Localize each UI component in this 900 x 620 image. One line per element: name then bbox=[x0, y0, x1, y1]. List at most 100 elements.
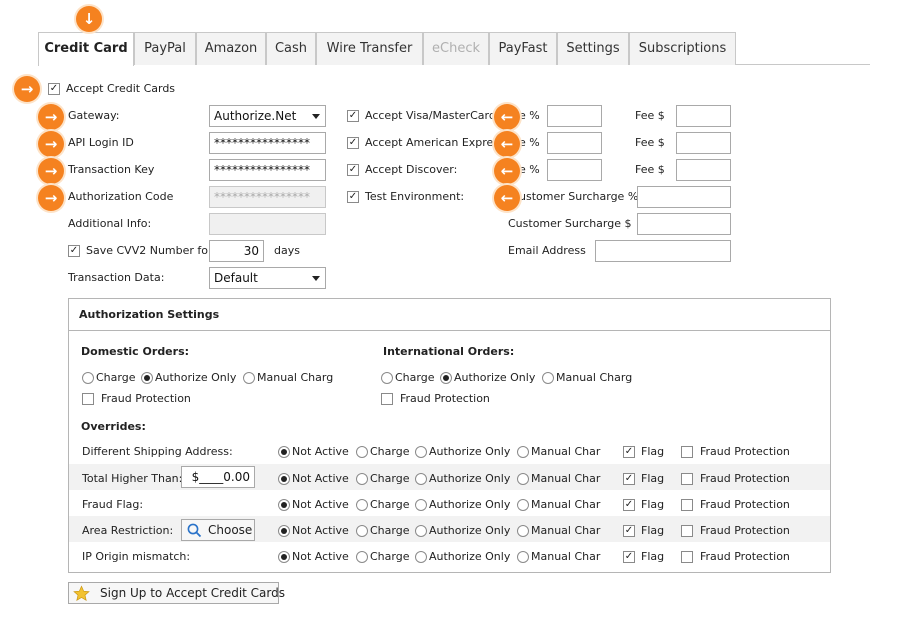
override-charge-label: Charge bbox=[370, 550, 410, 563]
override-flag-checkbox[interactable]: ✓ bbox=[623, 525, 635, 537]
accept-amex-checkbox[interactable]: ✓ bbox=[347, 137, 359, 149]
api-login-label: API Login ID bbox=[68, 136, 134, 149]
total-higher-than-input[interactable]: $____0.00 bbox=[181, 466, 255, 488]
transaction-key-input[interactable]: **************** bbox=[209, 159, 326, 181]
override-flag-checkbox[interactable]: ✓ bbox=[623, 446, 635, 458]
override-manual-charge-label: Manual Char bbox=[531, 445, 601, 458]
intl-fraud-protection-label: Fraud Protection bbox=[400, 392, 490, 405]
tab-amazon[interactable]: Amazon bbox=[196, 32, 266, 65]
override-not-active-radio[interactable] bbox=[278, 551, 290, 563]
accept-discover-checkbox[interactable]: ✓ bbox=[347, 164, 359, 176]
override-authorize-only-radio[interactable] bbox=[415, 551, 427, 563]
tab-paypal[interactable]: PayPal bbox=[134, 32, 196, 65]
override-authorize-only-radio[interactable] bbox=[415, 473, 427, 485]
amex-fee-pct-input[interactable] bbox=[547, 132, 602, 154]
override-flag-checkbox[interactable]: ✓ bbox=[623, 473, 635, 485]
save-cvv-days-input[interactable]: 30 bbox=[209, 240, 264, 262]
override-manual-charge-radio[interactable] bbox=[517, 473, 529, 485]
email-address-input[interactable] bbox=[595, 240, 731, 262]
save-cvv-checkbox[interactable]: ✓ bbox=[68, 245, 80, 257]
override-fraud-protection-checkbox[interactable] bbox=[681, 499, 693, 511]
gateway-value: Authorize.Net bbox=[214, 109, 297, 123]
override-flag-checkbox[interactable]: ✓ bbox=[623, 551, 635, 563]
visa-fee-usd-input[interactable] bbox=[676, 105, 731, 127]
override-flag-label: Flag bbox=[641, 445, 665, 458]
override-charge-radio[interactable] bbox=[356, 446, 368, 458]
arrow-right-icon: → bbox=[38, 158, 64, 184]
override-flag-checkbox[interactable]: ✓ bbox=[623, 499, 635, 511]
domestic-manual-charge-radio[interactable] bbox=[243, 372, 255, 384]
accept-credit-cards-checkbox[interactable]: ✓ bbox=[48, 83, 60, 95]
domestic-charge-radio[interactable] bbox=[82, 372, 94, 384]
tab-credit-card[interactable]: Credit Card bbox=[38, 32, 134, 66]
override-manual-charge-radio[interactable] bbox=[517, 446, 529, 458]
override-manual-charge-radio[interactable] bbox=[517, 551, 529, 563]
gateway-label: Gateway: bbox=[68, 109, 120, 122]
domestic-fraud-protection-checkbox[interactable] bbox=[82, 393, 94, 405]
tab-subscriptions[interactable]: Subscriptions bbox=[629, 32, 736, 65]
customer-surcharge-usd-label: Customer Surcharge $ bbox=[508, 217, 632, 230]
override-authorize-only-radio[interactable] bbox=[415, 525, 427, 537]
save-cvv-unit: days bbox=[274, 244, 300, 257]
transaction-data-select[interactable]: Default bbox=[209, 267, 326, 289]
amex-fee-usd-input[interactable] bbox=[676, 132, 731, 154]
tab-wire-transfer[interactable]: Wire Transfer bbox=[316, 32, 423, 65]
sign-up-accept-credit-cards-button[interactable]: Sign Up to Accept Credit Cards bbox=[68, 582, 285, 604]
override-fraud-protection-label: Fraud Protection bbox=[700, 498, 790, 511]
override-manual-charge-radio[interactable] bbox=[517, 499, 529, 511]
discover-fee-usd-input[interactable] bbox=[676, 159, 731, 181]
override-not-active-radio[interactable] bbox=[278, 525, 290, 537]
override-charge-label: Charge bbox=[370, 445, 410, 458]
choose-area-button[interactable]: Choose bbox=[181, 519, 255, 541]
override-not-active-radio[interactable] bbox=[278, 473, 290, 485]
domestic-orders-title: Domestic Orders: bbox=[81, 345, 190, 358]
test-environment-label: Test Environment: bbox=[365, 190, 465, 203]
override-not-active-radio[interactable] bbox=[278, 499, 290, 511]
accept-visa-checkbox[interactable]: ✓ bbox=[347, 110, 359, 122]
override-charge-radio[interactable] bbox=[356, 499, 368, 511]
override-flag-label: Flag bbox=[641, 550, 665, 563]
domestic-authorize-only-radio[interactable] bbox=[141, 372, 153, 384]
override-manual-charge-radio[interactable] bbox=[517, 525, 529, 537]
override-authorize-only-radio[interactable] bbox=[415, 446, 427, 458]
amex-fee-pct-label: e % bbox=[519, 136, 540, 149]
intl-fraud-protection-checkbox[interactable] bbox=[381, 393, 393, 405]
visa-fee-pct-input[interactable] bbox=[547, 105, 602, 127]
sign-up-label: Sign Up to Accept Credit Cards bbox=[100, 586, 286, 600]
override-charge-radio[interactable] bbox=[356, 551, 368, 563]
tab-cash[interactable]: Cash bbox=[266, 32, 316, 65]
chevron-down-icon bbox=[312, 114, 320, 119]
tab-settings[interactable]: Settings bbox=[557, 32, 629, 65]
gateway-select[interactable]: Authorize.Net bbox=[209, 105, 326, 127]
discover-fee-pct-input[interactable] bbox=[547, 159, 602, 181]
override-charge-label: Charge bbox=[370, 498, 410, 511]
customer-surcharge-pct-input[interactable] bbox=[637, 186, 731, 208]
accept-discover-label: Accept Discover: bbox=[365, 163, 458, 176]
override-not-active-radio[interactable] bbox=[278, 446, 290, 458]
override-authorize-only-label: Authorize Only bbox=[429, 498, 511, 511]
save-cvv-label: Save CVV2 Number for: bbox=[86, 244, 217, 257]
override-charge-radio[interactable] bbox=[356, 525, 368, 537]
override-not-active-label: Not Active bbox=[292, 445, 349, 458]
intl-manual-charge-radio[interactable] bbox=[542, 372, 554, 384]
customer-surcharge-usd-input[interactable] bbox=[637, 213, 731, 235]
authorization-settings-title: Authorization Settings bbox=[69, 299, 830, 331]
override-authorize-only-label: Authorize Only bbox=[429, 445, 511, 458]
intl-charge-radio[interactable] bbox=[381, 372, 393, 384]
override-not-active-label: Not Active bbox=[292, 498, 349, 511]
override-charge-label: Charge bbox=[370, 524, 410, 537]
test-environment-checkbox[interactable]: ✓ bbox=[347, 191, 359, 203]
override-fraud-protection-checkbox[interactable] bbox=[681, 446, 693, 458]
override-authorize-only-radio[interactable] bbox=[415, 499, 427, 511]
override-charge-radio[interactable] bbox=[356, 473, 368, 485]
customer-surcharge-pct-label: ustomer Surcharge % bbox=[519, 190, 639, 203]
override-fraud-protection-checkbox[interactable] bbox=[681, 525, 693, 537]
override-fraud-protection-checkbox[interactable] bbox=[681, 473, 693, 485]
arrow-left-icon: ← bbox=[494, 185, 520, 211]
domestic-authorize-only-label: Authorize Only bbox=[155, 371, 237, 384]
override-label: Fraud Flag: bbox=[82, 498, 144, 511]
api-login-input[interactable]: **************** bbox=[209, 132, 326, 154]
tab-payfast[interactable]: PayFast bbox=[489, 32, 557, 65]
override-fraud-protection-checkbox[interactable] bbox=[681, 551, 693, 563]
intl-authorize-only-radio[interactable] bbox=[440, 372, 452, 384]
